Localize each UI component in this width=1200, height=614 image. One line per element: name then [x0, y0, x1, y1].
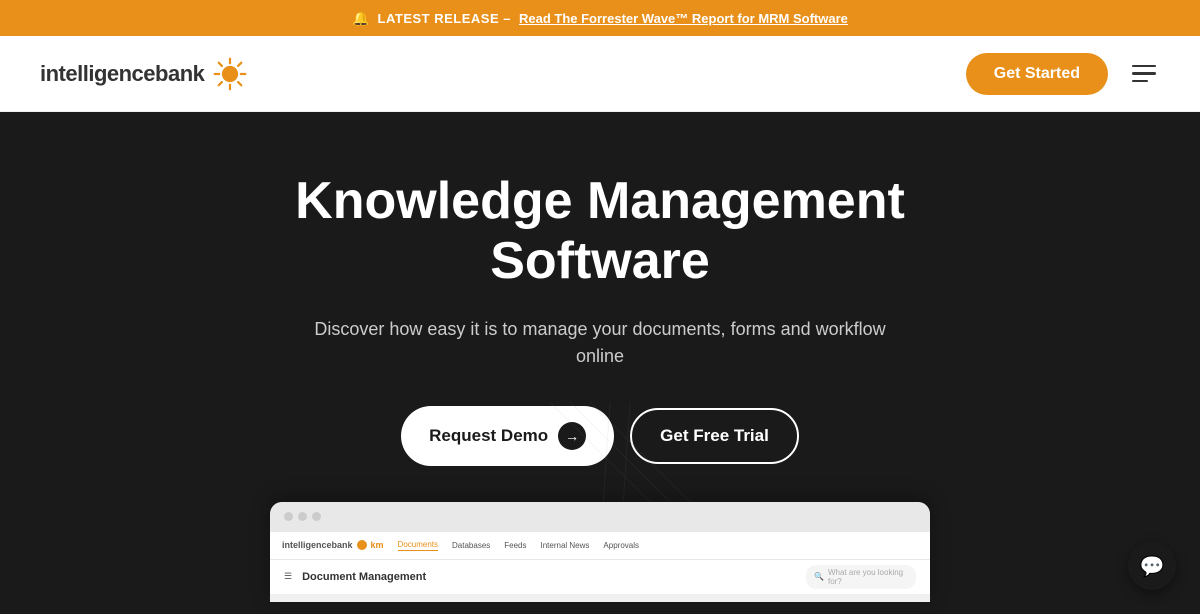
chat-icon: 💬	[1140, 554, 1165, 579]
chat-widget[interactable]: 💬	[1128, 542, 1176, 590]
dot-red	[284, 512, 293, 521]
sun-icon	[212, 56, 248, 92]
app-preview-window: intelligencebank km Documents Databases …	[270, 502, 930, 602]
app-nav-approvals[interactable]: Approvals	[603, 541, 639, 550]
app-content-row: ☰ Document Management 🔍 What are you loo…	[270, 560, 930, 594]
logo[interactable]: intelligencebank	[40, 56, 248, 92]
dot-yellow	[298, 512, 307, 521]
app-logo-dot	[357, 540, 367, 550]
hero-section: Knowledge Management Software Discover h…	[0, 112, 1200, 614]
app-sidebar-icon: ☰	[284, 571, 292, 582]
app-nav-internal-news[interactable]: Internal News	[541, 541, 590, 550]
app-nav-documents[interactable]: Documents	[398, 540, 438, 551]
dot-green	[312, 512, 321, 521]
app-nav-feeds[interactable]: Feeds	[504, 541, 526, 550]
header: intelligencebank Get Started	[0, 36, 1200, 112]
top-banner: 🔔 LATEST RELEASE – Read The Forrester Wa…	[0, 0, 1200, 36]
banner-link[interactable]: Read The Forrester Wave™ Report for MRM …	[519, 11, 848, 26]
app-logo-small: intelligencebank km	[282, 540, 384, 550]
header-right: Get Started	[966, 53, 1160, 95]
app-titlebar	[270, 502, 930, 532]
app-search-placeholder: What are you looking for?	[828, 568, 908, 586]
app-search-bar[interactable]: 🔍 What are you looking for?	[806, 565, 916, 589]
get-started-button[interactable]: Get Started	[966, 53, 1108, 95]
app-logo-text: intelligencebank	[282, 540, 353, 550]
app-section-title: Document Management	[302, 571, 426, 583]
hamburger-menu-icon[interactable]	[1128, 61, 1160, 87]
banner-label: LATEST RELEASE –	[378, 11, 511, 26]
logo-text: intelligencebank	[40, 61, 204, 87]
hero-subtitle: Discover how easy it is to manage your d…	[300, 316, 900, 370]
bell-icon: 🔔	[352, 10, 369, 27]
app-nav-databases[interactable]: Databases	[452, 541, 490, 550]
app-navbar: intelligencebank km Documents Databases …	[270, 532, 930, 560]
app-search-icon: 🔍	[814, 572, 824, 581]
window-dots	[284, 512, 321, 521]
hero-title: Knowledge Management Software	[250, 172, 950, 292]
app-logo-badge: km	[371, 540, 384, 550]
